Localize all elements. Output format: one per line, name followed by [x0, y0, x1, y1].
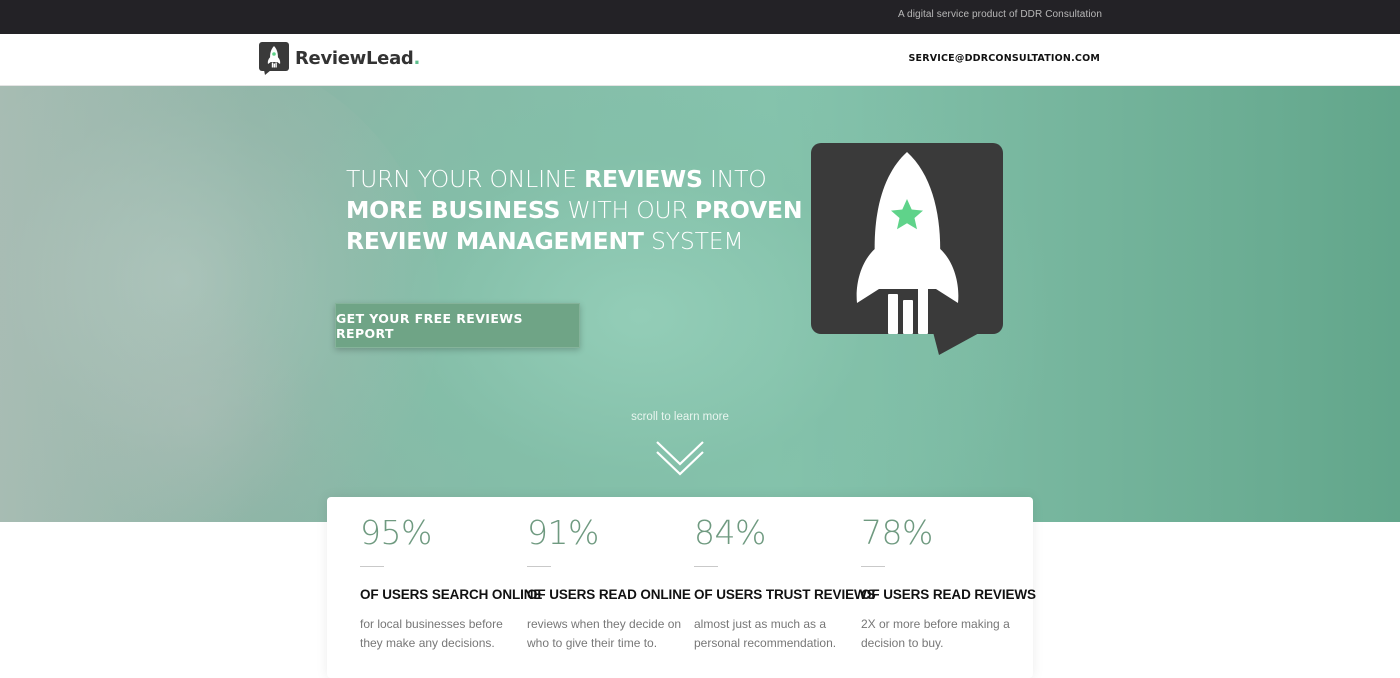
stat-heading: OF USERS SEARCH ONLINE: [360, 587, 543, 602]
stat-value: 78%: [861, 513, 933, 552]
stat-divider: [527, 566, 551, 567]
rocket-icon: [811, 143, 1006, 357]
hero-headline: TURN YOUR ONLINE REVIEWS INTO MORE BUSIN…: [346, 164, 806, 257]
topbar-tagline: A digital service product of DDR Consult…: [897, 9, 1102, 20]
site-header: ReviewLead. SERVICE@DDRCONSULTATION.COM: [0, 34, 1400, 86]
hero-headline-part: WITH OUR: [560, 196, 695, 224]
stat-divider: [861, 566, 885, 567]
stat-value: 84%: [694, 513, 766, 552]
stat-heading: OF USERS TRUST REVIEWS: [694, 587, 876, 602]
stat-value: 95%: [360, 513, 432, 552]
hero-headline-part: REVIEW MANAGEMENT: [346, 227, 644, 255]
hero-headline-part: TURN YOUR ONLINE: [346, 165, 585, 193]
hero-headline-part: PROVEN: [694, 196, 803, 224]
stats-card: 95% OF USERS SEARCH ONLINE for local bus…: [327, 497, 1036, 678]
rocket-icon: [259, 42, 290, 75]
stat-description: 2X or more before making a decision to b…: [861, 617, 1010, 650]
stat-value: 91%: [527, 513, 599, 552]
contact-email-link[interactable]: SERVICE@DDRCONSULTATION.COM: [908, 53, 1100, 64]
chevron-double-down-icon[interactable]: [655, 440, 705, 476]
scroll-hint: scroll to learn more: [631, 411, 729, 423]
stat-description: reviews when they decide on who to give …: [527, 617, 682, 650]
hero-background-shape: [60, 296, 320, 522]
get-free-reviews-report-button[interactable]: GET YOUR FREE REVIEWS REPORT: [335, 303, 580, 348]
stat-divider: [360, 566, 384, 567]
stat-description: almost just as much as a personal recomm…: [694, 617, 837, 650]
hero-section: TURN YOUR ONLINE REVIEWS INTO MORE BUSIN…: [0, 86, 1400, 522]
hero-headline-part: MORE BUSINESS: [346, 196, 561, 224]
stat-divider: [694, 566, 718, 567]
stat-heading: OF USERS READ ONLINE: [527, 587, 691, 602]
logo-dot: .: [413, 48, 421, 69]
top-utility-bar: A digital service product of DDR Consult…: [0, 0, 1400, 34]
stat-description: for local businesses before they make an…: [360, 617, 503, 650]
logo-text: ReviewLead: [295, 48, 414, 69]
hero-headline-part: REVIEWS: [584, 165, 703, 193]
hero-headline-part: SYSTEM: [643, 227, 744, 255]
stat-heading: OF USERS READ REVIEWS: [861, 587, 1036, 602]
site-logo[interactable]: ReviewLead.: [259, 42, 420, 75]
hero-headline-part: INTO: [702, 165, 767, 193]
